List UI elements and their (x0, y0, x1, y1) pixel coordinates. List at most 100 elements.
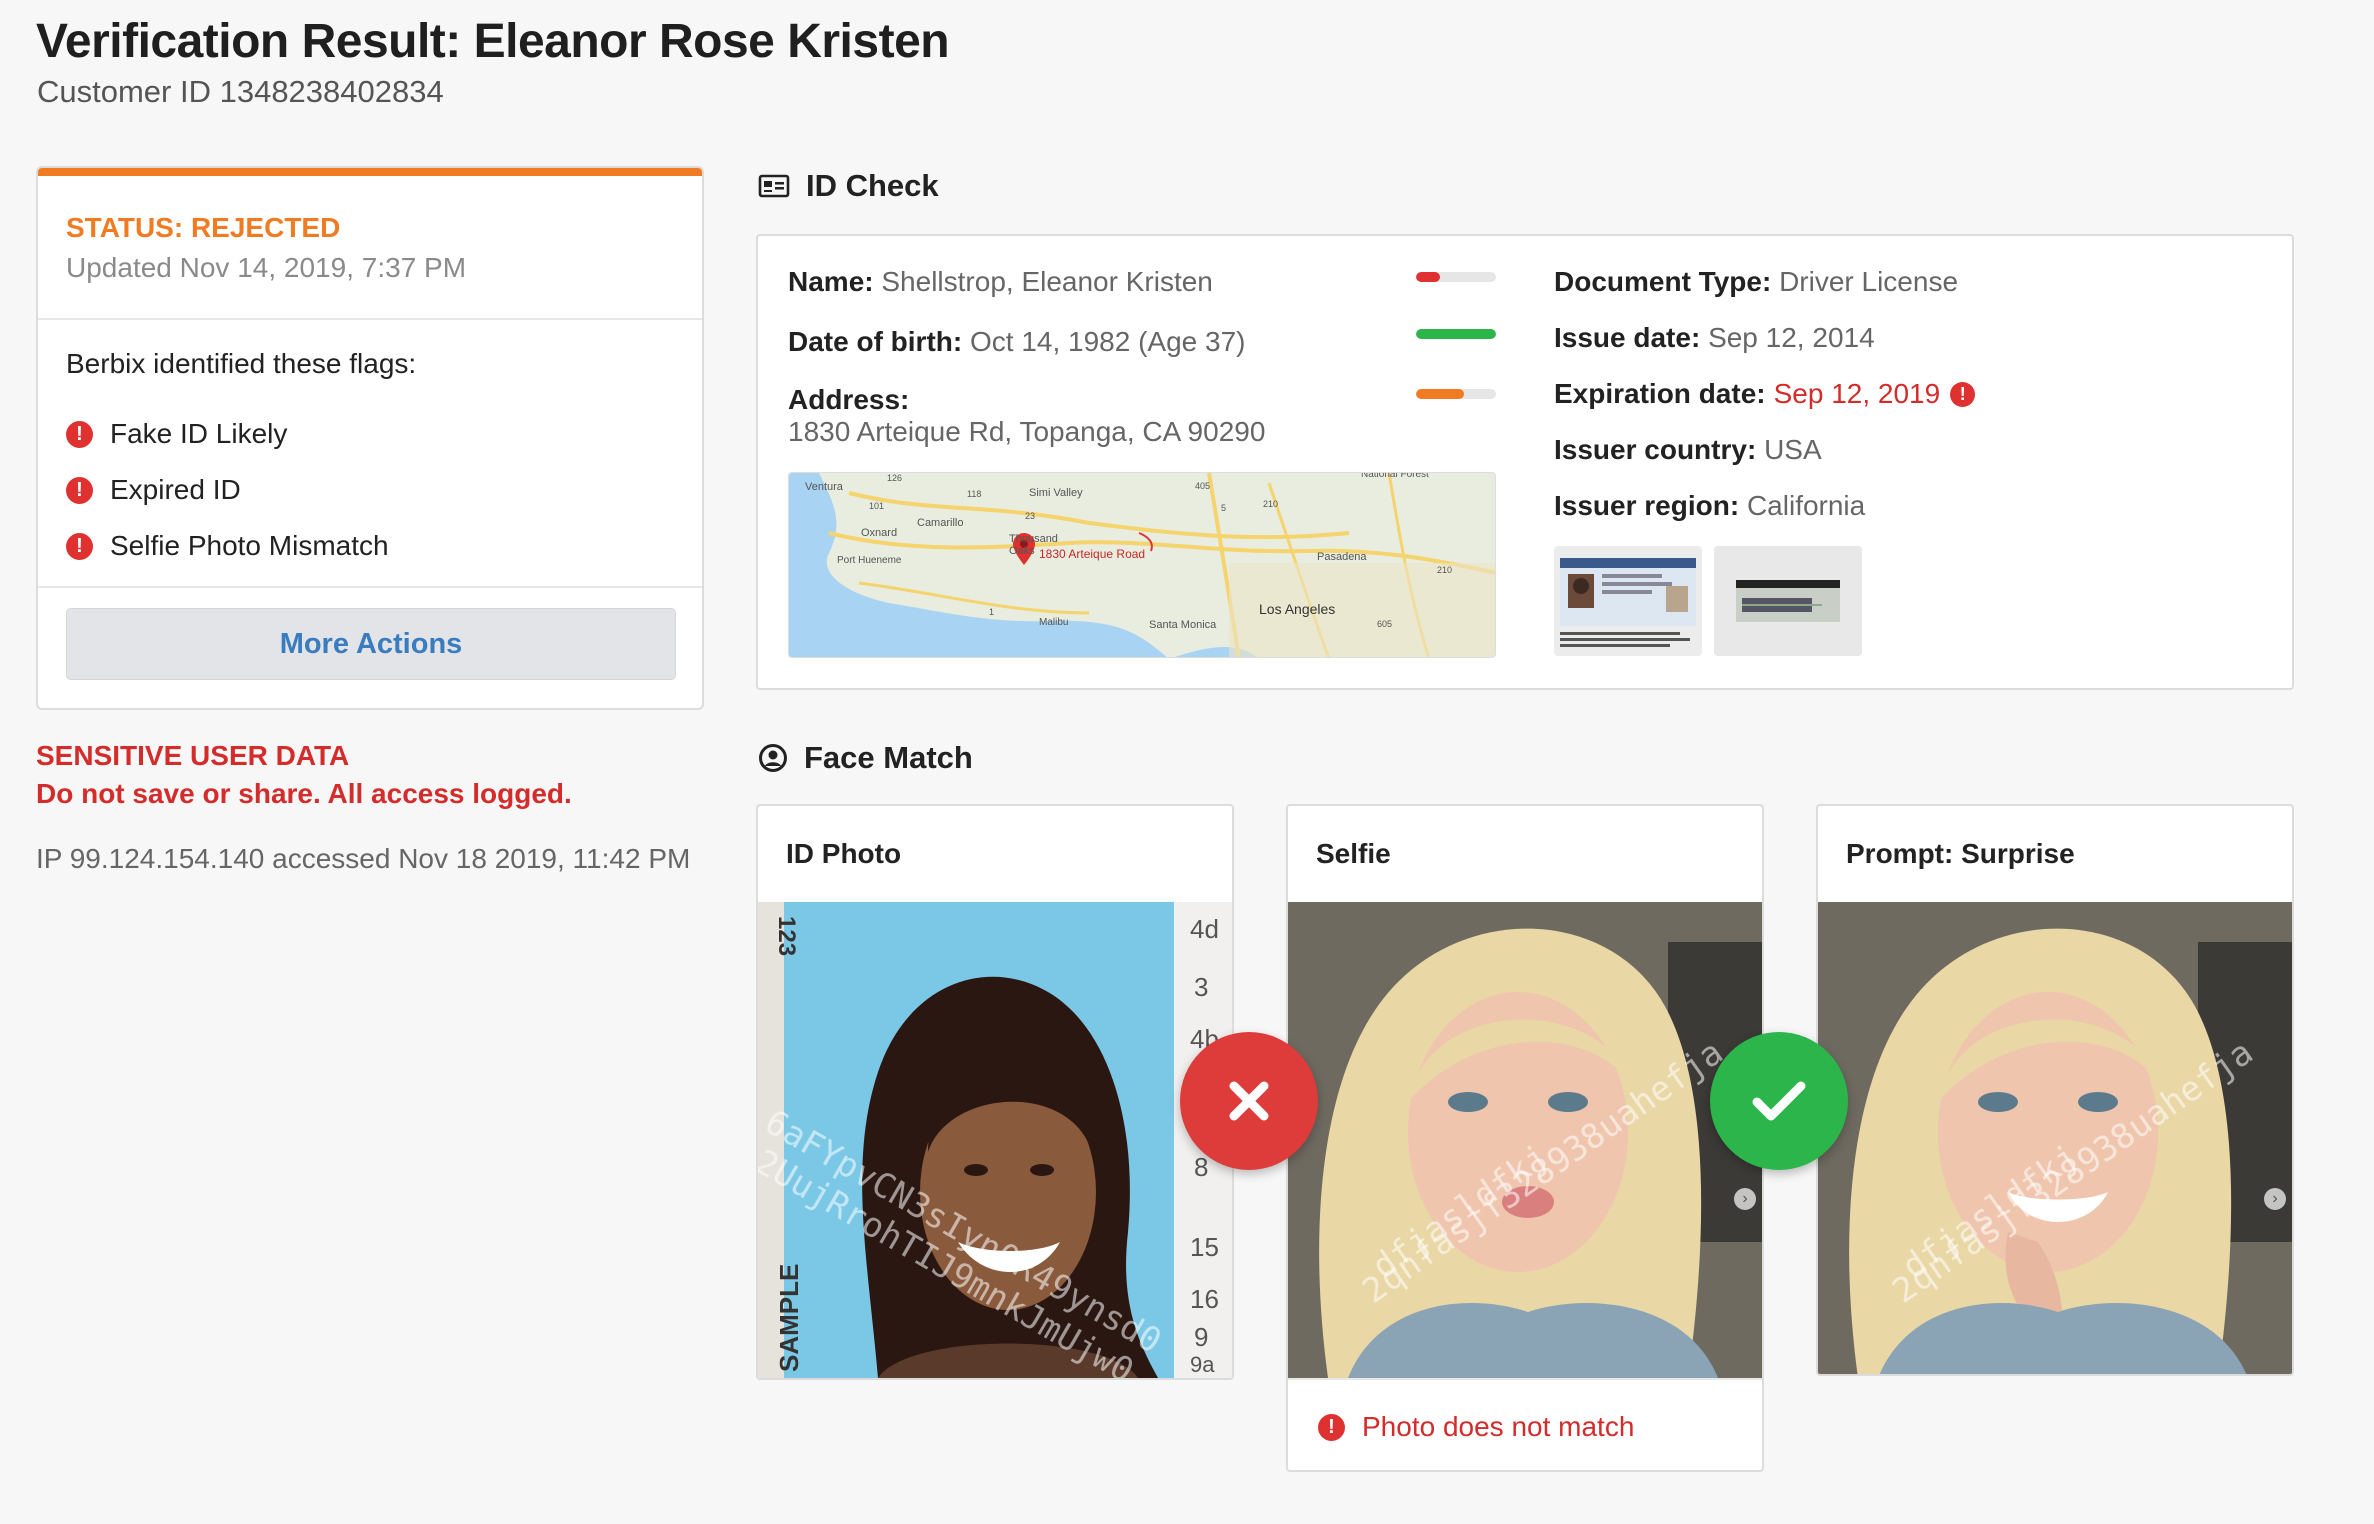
match-result-footer: ! Photo does not match (1288, 1378, 1762, 1470)
dob-field: Date of birth: Oct 14, 1982 (Age 37) (788, 326, 1246, 358)
card-title: Prompt: Surprise (1846, 838, 2075, 869)
close-icon (1229, 1081, 1269, 1121)
next-arrow-icon[interactable]: › (2264, 1188, 2286, 1210)
address-label: Address: (788, 384, 910, 415)
sensitive-data-notice: Do not save or share. All access logged. (36, 778, 572, 809)
selfie-image[interactable]: 2qnfasjf328938uahefja dfjasldfkj › (1288, 902, 1762, 1378)
status-color-bar (38, 168, 702, 176)
expiration-date-field: Expiration date: Sep 12, 2019 ! (1554, 378, 1992, 410)
issuer-country-label: Issuer country: (1554, 434, 1757, 465)
dob-match-bar (1416, 329, 1496, 339)
map-place: Los Angeles (1259, 601, 1336, 617)
flags-title: Berbix identified these flags: (66, 348, 417, 379)
map-place: Simi Valley (1029, 487, 1083, 499)
id-photo-sample-label: SAMPLE (774, 1263, 804, 1372)
map-place: Santa Monica (1149, 619, 1217, 631)
document-type-value: Driver License (1779, 266, 1959, 297)
document-type-label: Document Type: (1554, 266, 1772, 297)
map-place: Pasadena (1317, 551, 1367, 563)
ip-access-log: IP 99.124.154.140 accessed Nov 18 2019, … (36, 843, 691, 874)
expiration-date-label: Expiration date: (1554, 378, 1766, 409)
sensitive-data-title: SENSITIVE USER DATA (36, 740, 350, 771)
page-title: Verification Result: Eleanor Rose Kriste… (36, 15, 950, 68)
match-badge (1710, 1032, 1848, 1170)
map-route: 5 (1221, 503, 1227, 513)
flag-item: ! Selfie Photo Mismatch (66, 518, 674, 574)
id-card-icon (758, 174, 790, 198)
name-value: Shellstrop, Eleanor Kristen (881, 266, 1213, 297)
address-value: 1830 Arteique Rd, Topanga, CA 90290 (788, 416, 1266, 447)
id-edge-text: 16 (1190, 1284, 1219, 1314)
map-route: 405 (1195, 481, 1211, 491)
flag-label: Expired ID (110, 474, 241, 505)
address-match-bar (1416, 389, 1496, 399)
face-match-heading: Face Match (758, 740, 973, 776)
checkmark-icon (1752, 1081, 1806, 1121)
name-label: Name: (788, 266, 874, 297)
map-route: 118 (967, 489, 982, 499)
document-type-field: Document Type: Driver License (1554, 266, 1958, 298)
map-route: 605 (1377, 619, 1393, 629)
id-back-thumbnail[interactable] (1714, 546, 1862, 656)
status-label: STATUS: REJECTED (66, 212, 341, 243)
card-title: Selfie (1316, 838, 1391, 869)
flag-label: Selfie Photo Mismatch (110, 530, 389, 561)
id-photo-image[interactable]: 123 SAMPLE 4d 3 4b 8 15 16 9 9a 6aFYpvCN… (758, 902, 1232, 1378)
map-route: 126 (887, 473, 903, 483)
map-route: 210 (1437, 565, 1453, 575)
status-card: STATUS: REJECTED Updated Nov 14, 2019, 7… (36, 166, 704, 710)
issue-date-value: Sep 12, 2014 (1708, 322, 1875, 353)
address-match-fill (1416, 389, 1464, 399)
face-match-heading-label: Face Match (804, 740, 973, 775)
license-back-graphic (1714, 546, 1862, 656)
issuer-region-field: Issuer region: California (1554, 490, 1865, 522)
id-edge-text: 15 (1190, 1232, 1219, 1262)
map-place: Thousand Oaks (1009, 533, 1058, 557)
name-match-bar (1416, 272, 1496, 282)
id-edge-text: 3 (1194, 972, 1209, 1002)
issuer-region-value: California (1746, 490, 1866, 521)
map-route: 23 (1025, 511, 1036, 521)
issuer-country-value: USA (1764, 434, 1822, 465)
id-photo-number: 123 (773, 916, 800, 957)
next-arrow-icon[interactable]: › (1734, 1188, 1756, 1210)
prompt-card: Prompt: Surprise 2qnfasjf328938uahefja d… (1816, 804, 2294, 1376)
prompt-image[interactable]: 2qnfasjf328938uahefja dfjasldfkj › (1818, 902, 2292, 1374)
issue-date-field: Issue date: Sep 12, 2014 (1554, 322, 1875, 354)
flag-item: ! Expired ID (66, 462, 674, 518)
map-place: Port Hueneme (837, 555, 902, 566)
selfie-portrait-graphic (1288, 902, 1762, 1378)
id-check-panel: Name: Shellstrop, Eleanor Kristen Date o… (756, 234, 2294, 690)
expiration-date-value: Sep 12, 2019 (1773, 378, 1941, 409)
license-front-graphic (1560, 558, 1696, 647)
id-edge-text: 9 (1194, 1322, 1209, 1352)
address-map[interactable]: 1830 Arteique Road Ventura Simi Valley C… (788, 472, 1496, 658)
issuer-region-label: Issuer region: (1554, 490, 1740, 521)
id-check-heading-label: ID Check (806, 168, 939, 203)
issuer-country-field: Issuer country: USA (1554, 434, 1822, 466)
alert-icon: ! (1950, 381, 1976, 407)
name-field: Name: Shellstrop, Eleanor Kristen (788, 266, 1213, 298)
flags-section: Berbix identified these flags: ! Fake ID… (38, 320, 702, 588)
more-actions-button[interactable]: More Actions (66, 608, 676, 680)
user-circle-icon (759, 744, 787, 772)
dob-value: Oct 14, 1982 (Age 37) (970, 326, 1246, 357)
match-result-text: Photo does not match (1362, 1411, 1635, 1442)
id-photo-card: ID Photo 123 SAMPLE 4d 3 4b 8 15 16 9 9a… (756, 804, 1234, 1380)
map-place: Oxnard (861, 527, 898, 539)
address-field: Address: (788, 384, 909, 416)
alert-icon: ! (66, 532, 93, 560)
dob-label: Date of birth: (788, 326, 963, 357)
name-match-fill (1416, 272, 1440, 282)
map-route: 210 (1263, 499, 1279, 509)
selfie-card: Selfie 2qnfasjf328938uahefja dfjasldfkj … (1286, 804, 1764, 1472)
id-edge-text: 4d (1190, 914, 1219, 944)
map-route: 101 (869, 501, 885, 511)
customer-id: Customer ID 1348238402834 (37, 74, 444, 109)
map-place: Camarillo (917, 517, 964, 529)
map-route: 1 (989, 607, 995, 617)
id-edge-text: 8 (1194, 1152, 1209, 1182)
flag-label: Fake ID Likely (110, 418, 288, 449)
map-place: National Forest (1361, 472, 1429, 480)
id-front-thumbnail[interactable] (1554, 546, 1702, 656)
